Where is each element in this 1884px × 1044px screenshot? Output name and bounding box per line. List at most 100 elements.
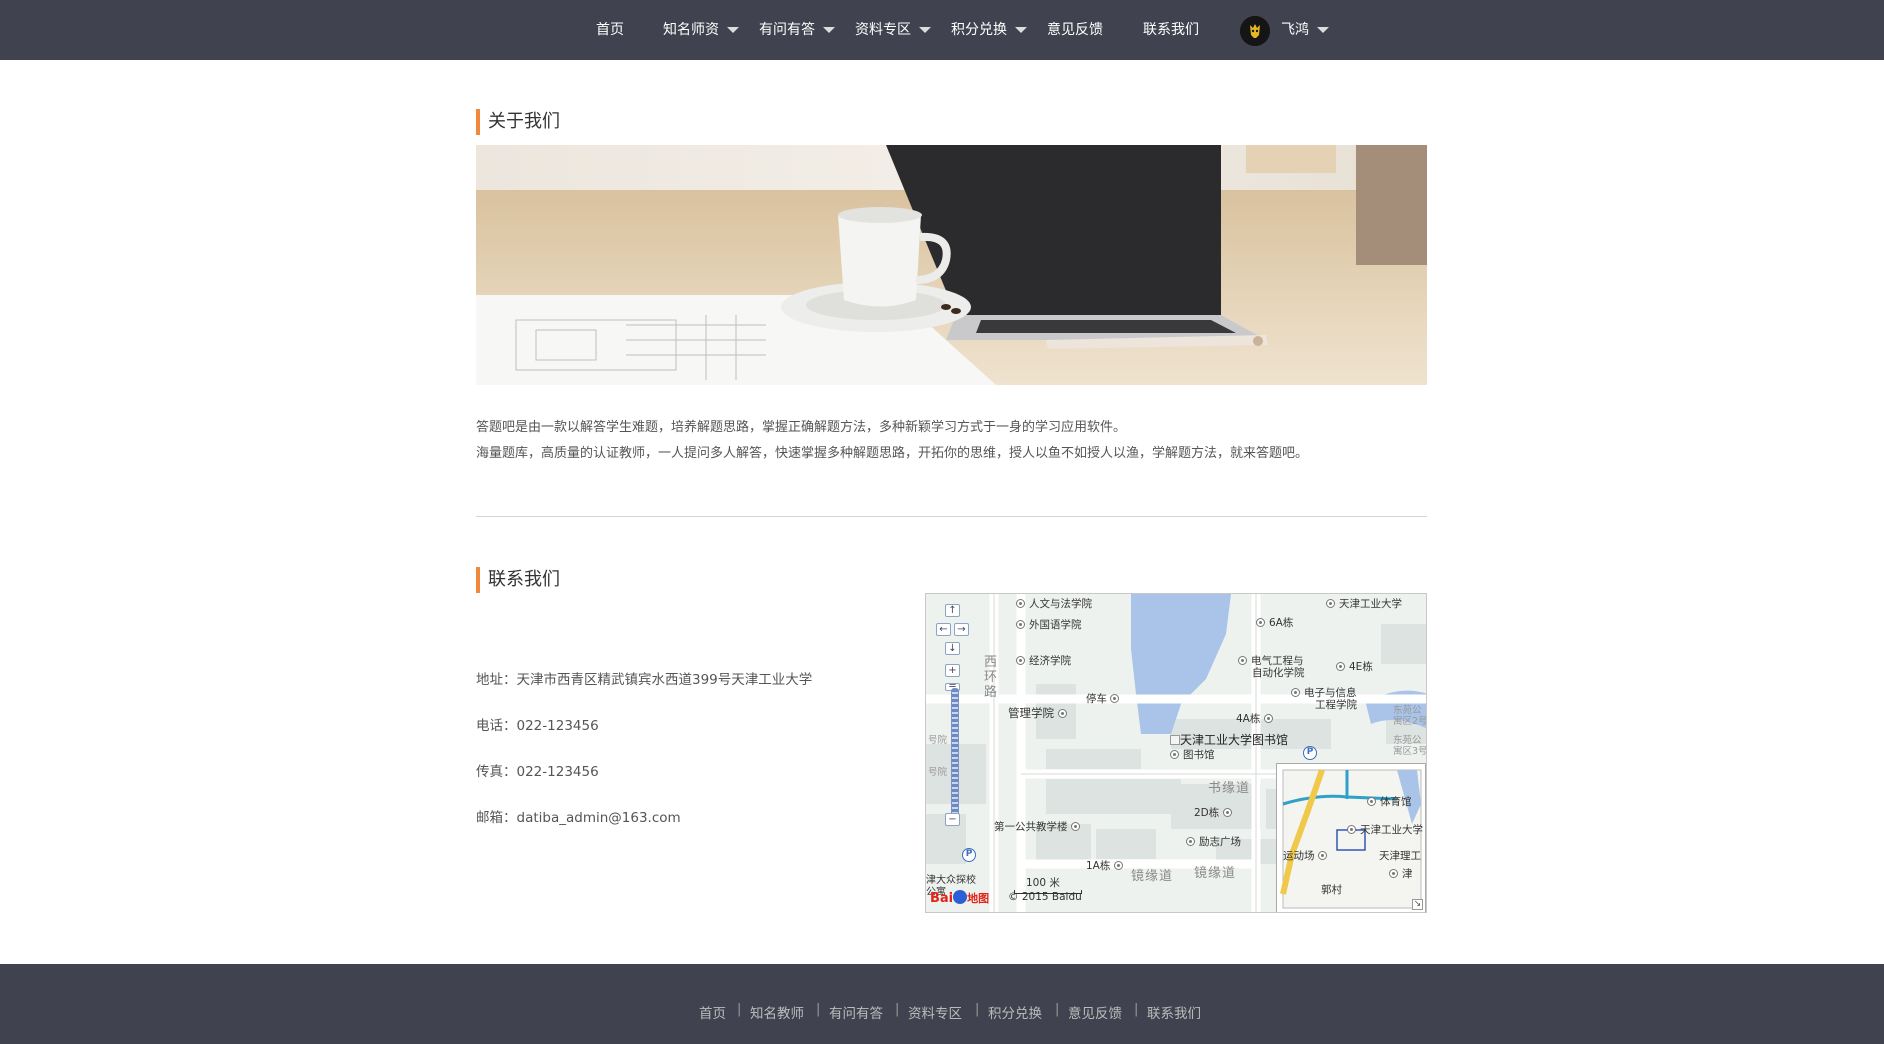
map-poi[interactable]: 管理学院 bbox=[1008, 705, 1071, 721]
footer-link-qa[interactable]: 有问有答 bbox=[829, 1002, 883, 1022]
map-poi[interactable]: 2D栋 bbox=[1194, 805, 1236, 820]
nav-qa-label: 有问有答 bbox=[759, 22, 815, 38]
poi-dot-icon bbox=[1336, 662, 1345, 671]
poi-dot-icon bbox=[1389, 869, 1398, 878]
zoom-in-icon[interactable]: + bbox=[945, 664, 960, 677]
poi-dot-icon bbox=[1238, 656, 1247, 665]
map-edge-label: 号院 bbox=[928, 735, 948, 746]
nav-qa[interactable]: 有问有答 bbox=[759, 0, 835, 60]
broken-image-icon bbox=[1170, 735, 1180, 745]
pan-right-icon[interactable]: → bbox=[954, 623, 969, 636]
map-poi[interactable]: 1A栋 bbox=[1086, 858, 1127, 873]
minimap-label: 天津理工 bbox=[1379, 850, 1421, 862]
footer-link-materials[interactable]: 资料专区 bbox=[908, 1002, 962, 1022]
footer-link-home[interactable]: 首页 bbox=[699, 1002, 726, 1022]
poi-dot-icon bbox=[1317, 851, 1327, 860]
about-title: 关于我们 bbox=[476, 109, 560, 135]
user-avatar-icon[interactable] bbox=[1240, 16, 1270, 46]
user-menu[interactable]: 飞鸿 bbox=[1281, 0, 1329, 60]
poi-dot-icon bbox=[1222, 808, 1232, 817]
poi-dot-icon bbox=[1291, 688, 1300, 697]
footer-link-teachers[interactable]: 知名教师 bbox=[750, 1002, 804, 1022]
nav-contact-label: 联系我们 bbox=[1143, 22, 1199, 38]
contact-address: 地址：天津市西青区精武镇宾水西道399号天津工业大学 bbox=[476, 672, 813, 688]
map-poi[interactable]: 4E栋 bbox=[1336, 659, 1373, 674]
nav-materials[interactable]: 资料专区 bbox=[855, 0, 931, 60]
baidu-map[interactable]: 人文与法学院 外国语学院 经济学院 管理学院 停车 天津工业大学 6A栋 电气工… bbox=[925, 593, 1427, 913]
minimap-label: 郭村 bbox=[1321, 884, 1342, 896]
road-label: 镜缘道 bbox=[1194, 866, 1237, 881]
nav-home-label: 首页 bbox=[596, 22, 624, 38]
top-navbar: 首页 知名师资 有问有答 资料专区 积分兑换 意见反馈 联系我们 飞鸿 bbox=[0, 0, 1884, 60]
intro-paragraph-1: 答题吧是由一款以解答学生难题，培养解题思路，掌握正确解题方法，多种新颖学习方式于… bbox=[476, 420, 1127, 435]
minimap-label: 津 bbox=[1389, 866, 1413, 881]
map-edge-label: 号院 bbox=[928, 767, 948, 778]
poi-dot-icon bbox=[1070, 822, 1080, 831]
map-edge-label: 东苑公 寓区2号 bbox=[1393, 705, 1427, 727]
road-label: 路 bbox=[984, 685, 999, 700]
poi-dot-icon bbox=[1367, 797, 1376, 806]
nav-points-label: 积分兑换 bbox=[951, 22, 1007, 38]
parking-icon: P bbox=[962, 848, 976, 862]
map-poi[interactable]: 人文与法学院 bbox=[1016, 596, 1092, 611]
paw-icon bbox=[953, 890, 968, 904]
footer-separator: | bbox=[1134, 1002, 1139, 1017]
footer-separator: | bbox=[975, 1002, 980, 1017]
baidu-logo: Bai 地图 bbox=[930, 890, 989, 906]
nav-feedback-label: 意见反馈 bbox=[1047, 22, 1103, 38]
map-poi[interactable]: 停车 bbox=[1086, 691, 1123, 706]
contact-phone: 电话：022-123456 bbox=[476, 718, 599, 734]
map-marker[interactable]: 天津工业大学图书馆 bbox=[1170, 731, 1288, 748]
section-divider bbox=[476, 516, 1427, 517]
poi-dot-icon bbox=[1326, 599, 1335, 608]
map-scale-label: 100 米 bbox=[1026, 877, 1060, 889]
minimap-label: 体育馆 bbox=[1367, 794, 1412, 809]
map-poi[interactable]: 励志广场 bbox=[1186, 834, 1241, 849]
footer-link-points[interactable]: 积分兑换 bbox=[988, 1002, 1042, 1022]
nav-home[interactable]: 首页 bbox=[596, 0, 624, 60]
map-poi[interactable]: 经济学院 bbox=[1016, 653, 1071, 668]
user-name: 飞鸿 bbox=[1281, 22, 1309, 38]
map-poi[interactable]: 图书馆 bbox=[1170, 747, 1215, 762]
pan-down-icon[interactable]: ↓ bbox=[945, 642, 960, 655]
pan-up-icon[interactable]: ↑ bbox=[945, 604, 960, 617]
poi-dot-icon bbox=[1016, 599, 1025, 608]
footer-link-contact[interactable]: 联系我们 bbox=[1147, 1002, 1201, 1022]
map-marker-label: 天津工业大学图书馆 bbox=[1180, 733, 1289, 747]
contact-fax: 传真：022-123456 bbox=[476, 764, 599, 780]
map-copyright: © 2015 Baidu bbox=[1008, 891, 1082, 903]
chevron-down-icon bbox=[727, 27, 739, 33]
footer: 首页 | 知名教师 | 有问有答 | 资料专区 | 积分兑换 | 意见反馈 | … bbox=[0, 964, 1884, 1044]
zoom-slider-track[interactable] bbox=[951, 688, 959, 816]
nav-contact[interactable]: 联系我们 bbox=[1143, 0, 1199, 60]
contact-email[interactable]: 邮箱：datiba_admin@163.com bbox=[476, 806, 681, 826]
minimap[interactable]: 体育馆 天津工业大学 运动场 天津理工 津 郭村 ↘ bbox=[1276, 763, 1426, 912]
chevron-down-icon bbox=[823, 27, 835, 33]
zoom-out-icon[interactable]: − bbox=[945, 813, 960, 826]
intro-paragraph-2: 海量题库，高质量的认证教师，一人提问多人解答，快速掌握多种解题思路，开拓你的思维… bbox=[476, 446, 1309, 461]
nav-teachers-label: 知名师资 bbox=[663, 22, 719, 38]
map-poi[interactable]: 第一公共教学楼 bbox=[994, 819, 1084, 834]
nav-teachers[interactable]: 知名师资 bbox=[663, 0, 739, 60]
map-poi[interactable]: 电气工程与 自动化学院 bbox=[1238, 655, 1305, 679]
pan-left-icon[interactable]: ← bbox=[936, 623, 951, 636]
parking-icon: P bbox=[1303, 746, 1317, 760]
road-label: 镜缘道 bbox=[1131, 869, 1174, 884]
minimap-label: 运动场 bbox=[1283, 848, 1331, 863]
map-poi[interactable]: 天津工业大学 bbox=[1326, 596, 1402, 611]
map-poi[interactable]: 外国语学院 bbox=[1016, 617, 1082, 632]
poi-dot-icon bbox=[1186, 837, 1195, 846]
footer-separator: | bbox=[1055, 1002, 1060, 1017]
nav-feedback[interactable]: 意见反馈 bbox=[1047, 0, 1103, 60]
poi-dot-icon bbox=[1057, 709, 1067, 718]
footer-link-feedback[interactable]: 意见反馈 bbox=[1068, 1002, 1122, 1022]
nav-points[interactable]: 积分兑换 bbox=[951, 0, 1027, 60]
minimap-toggle-icon[interactable]: ↘ bbox=[1412, 899, 1423, 910]
map-poi[interactable]: 4A栋 bbox=[1236, 711, 1277, 726]
nav-materials-label: 资料专区 bbox=[855, 22, 911, 38]
poi-dot-icon bbox=[1110, 694, 1120, 703]
map-poi[interactable]: 6A栋 bbox=[1256, 615, 1293, 630]
map-poi[interactable]: 电子与信息 工程学院 bbox=[1291, 687, 1357, 711]
poi-dot-icon bbox=[1263, 714, 1273, 723]
hero-image bbox=[476, 145, 1427, 385]
